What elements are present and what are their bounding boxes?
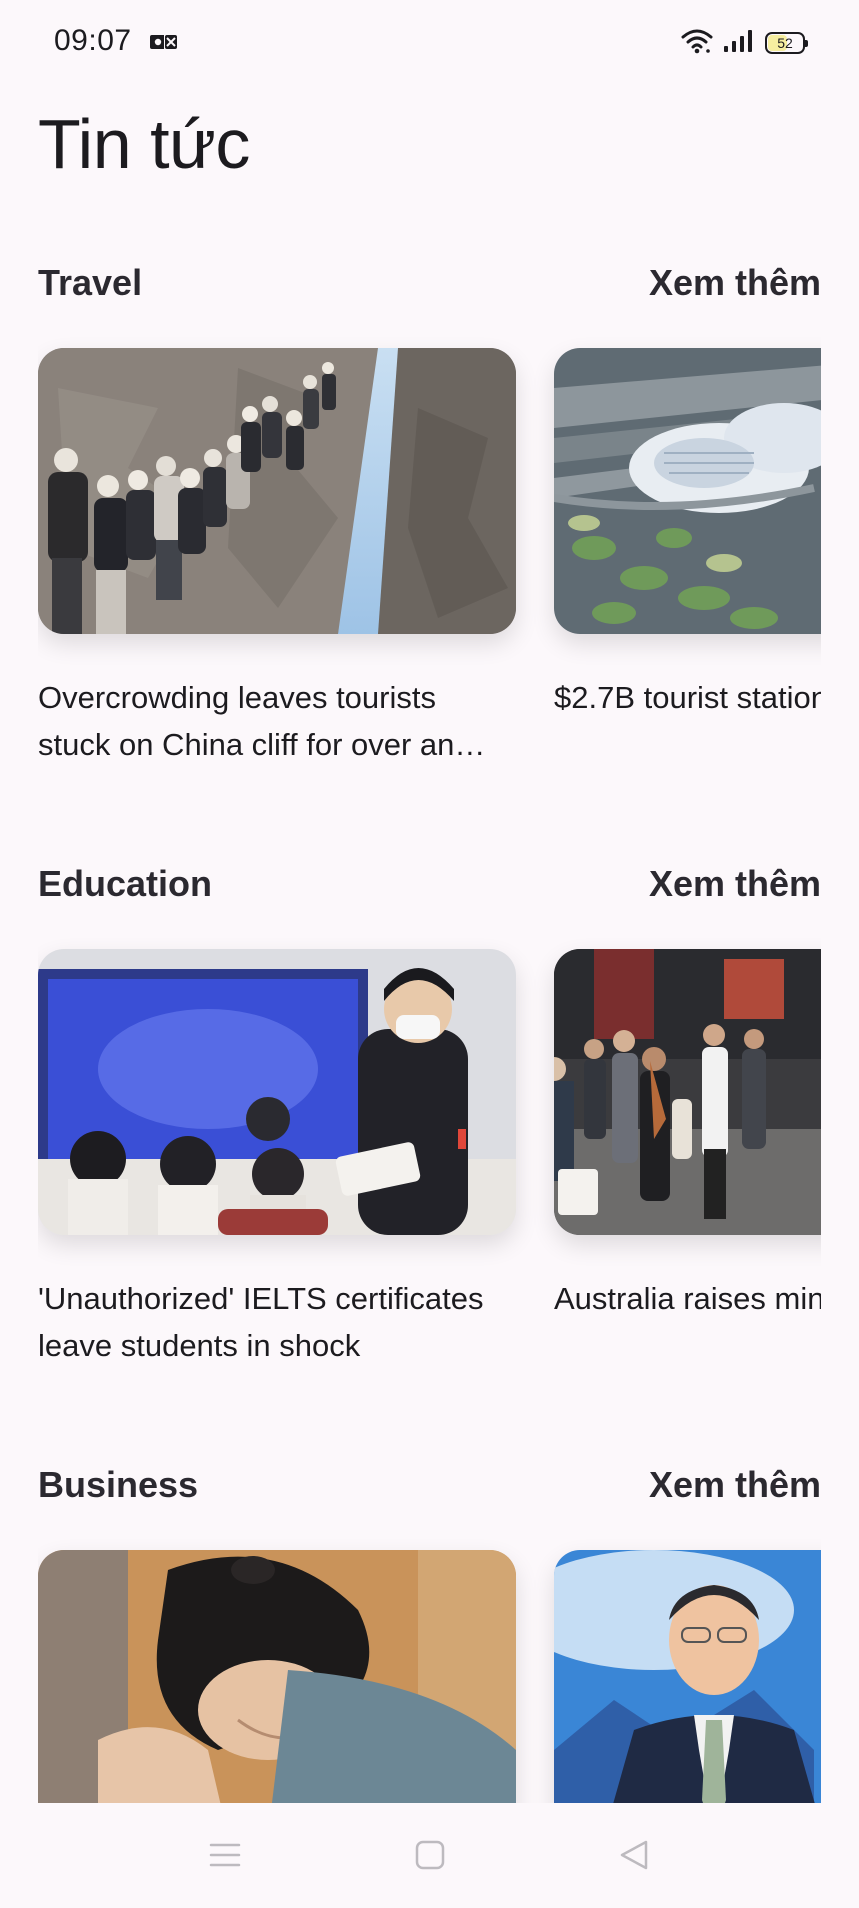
section-title: Education <box>38 863 213 904</box>
news-carousel[interactable]: Overcrowding leaves tourists stuck on Ch… <box>38 328 821 768</box>
section-business: Business Xem thêm <box>0 1464 859 1804</box>
battery-icon: 52 <box>765 32 808 54</box>
signal-icon <box>723 29 755 58</box>
section-title: Business <box>38 1464 199 1505</box>
menu-icon[interactable] <box>203 1833 247 1877</box>
news-card-title: Overcrowding leaves tourists stuck on Ch… <box>38 680 455 762</box>
news-carousel[interactable]: 'Unauthorized' IELTS certificates leave … <box>38 929 821 1369</box>
section-title: Travel <box>38 262 143 303</box>
page-title: Tin tức <box>38 105 250 183</box>
news-card[interactable]: 'Unauthorized' IELTS certificates leave … <box>38 949 516 1369</box>
section-header: Travel Xem thêm <box>38 262 821 312</box>
see-more-button[interactable]: Xem thêm <box>649 863 821 905</box>
tourists-on-cliff-photo <box>38 348 516 634</box>
news-card[interactable]: Overcrowding leaves tourists stuck on Ch… <box>38 348 516 768</box>
stressed-woman-photo <box>38 1550 516 1804</box>
section-header: Education Xem thêm <box>38 863 821 913</box>
notification-card-icon <box>150 32 178 52</box>
wifi-icon <box>681 28 713 59</box>
news-carousel[interactable] <box>38 1530 821 1804</box>
news-card-title: 'Unauthorized' IELTS certificates leave … <box>38 1281 484 1363</box>
system-nav-bar <box>0 1803 859 1908</box>
news-card-title: Australia raises minimum savings for stu… <box>554 1281 821 1316</box>
section-education: Education Xem thêm 'Unauthorized' IELTS … <box>0 863 859 1383</box>
news-card-title: $2.7B tourist station in China looks lik… <box>554 680 821 715</box>
section-header: Business Xem thêm <box>38 1464 821 1514</box>
home-square-icon[interactable] <box>408 1833 452 1877</box>
status-bar: 09:07 52 <box>0 0 859 84</box>
news-card[interactable] <box>38 1550 516 1804</box>
status-icons: 52 <box>681 26 808 60</box>
status-time: 09:07 <box>54 24 132 57</box>
back-triangle-icon[interactable] <box>612 1833 656 1877</box>
city-street-crowd-photo <box>554 949 821 1235</box>
see-more-button[interactable]: Xem thêm <box>649 1464 821 1506</box>
section-travel: Travel Xem thêm Overcrowding leaves tour… <box>0 262 859 782</box>
businessman-portrait-photo <box>554 1550 821 1804</box>
news-card[interactable]: Australia raises minimum savings for stu… <box>554 949 821 1322</box>
station-aerial-render <box>554 348 821 634</box>
battery-level: 52 <box>777 35 793 51</box>
news-card[interactable] <box>554 1550 821 1804</box>
news-card[interactable]: $2.7B tourist station in China looks lik… <box>554 348 821 721</box>
exam-room-photo <box>38 949 516 1235</box>
see-more-button[interactable]: Xem thêm <box>649 262 821 304</box>
